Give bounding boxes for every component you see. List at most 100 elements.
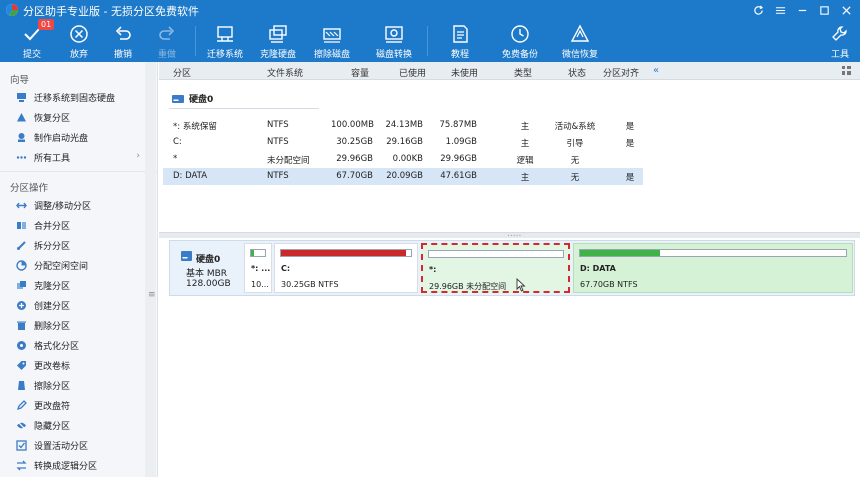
sidebar-item-recover-partition[interactable]: 恢复分区 xyxy=(16,109,146,125)
tools-button[interactable]: 工具 xyxy=(828,20,852,62)
sidebar-item-allocate-free[interactable]: 分配空闲空间 xyxy=(16,257,146,273)
sidebar-item-set-active[interactable]: 设置活动分区 xyxy=(16,437,146,453)
sidebar-item-hide[interactable]: 隐藏分区 xyxy=(16,417,146,433)
cell-alignment: 是 xyxy=(625,122,635,132)
table-row-selected[interactable]: D: DATA NTFS 67.70GB 20.09GB 47.61GB 主 无… xyxy=(163,168,643,185)
column-header-filesystem[interactable]: 文件系统 xyxy=(267,66,303,79)
partition-table: 分区 文件系统 容量 已使用 未使用 类型 状态 分区对齐 « 硬盘0 *: 系… xyxy=(159,62,860,232)
cell-free: 75.87MB xyxy=(439,120,478,130)
column-header-free[interactable]: 未使用 xyxy=(451,66,478,79)
view-toggle-icon[interactable] xyxy=(841,65,852,76)
undo-button[interactable]: 撤销 xyxy=(109,20,137,62)
migrate-os-button[interactable]: 迁移系统 xyxy=(205,20,245,62)
discard-button[interactable]: 放弃 xyxy=(65,20,93,62)
sidebar-item-label: 调整/移动分区 xyxy=(34,201,92,212)
sidebar-item-delete[interactable]: 删除分区 xyxy=(16,317,146,333)
collapse-panel-icon[interactable]: « xyxy=(653,65,659,76)
sidebar-item-migrate-os[interactable]: 迁移系统到固态硬盘 xyxy=(16,89,146,105)
table-row[interactable]: * 未分配空间 29.96GB 0.00KB 29.96GB 逻辑 无 xyxy=(163,151,643,168)
sidebar-item-create[interactable]: 创建分区 xyxy=(16,297,146,313)
cell-type: 主 xyxy=(520,139,530,149)
sidebar-item-label: 设置活动分区 xyxy=(34,441,89,452)
convert-icon xyxy=(16,460,27,471)
recover-icon xyxy=(16,112,27,123)
sidebar-item-label: 擦除分区 xyxy=(34,381,71,392)
sidebar-item-split[interactable]: 拆分分区 xyxy=(16,237,146,253)
convert-disk-label: 磁盘转换 xyxy=(375,50,412,60)
backup-icon xyxy=(508,22,532,46)
sidebar-item-wipe[interactable]: 擦除分区 xyxy=(16,377,146,393)
sidebar-item-merge[interactable]: 合并分区 xyxy=(16,217,146,233)
column-header-used[interactable]: 已使用 xyxy=(399,66,426,79)
cell-filesystem: NTFS xyxy=(267,171,289,181)
wipe-icon xyxy=(16,380,27,391)
wipe-disk-button[interactable]: 擦除磁盘 xyxy=(312,20,352,62)
wechat-recover-button[interactable]: 微信恢复 xyxy=(560,20,600,62)
column-header-status[interactable]: 状态 xyxy=(568,66,586,79)
tutorial-label: 教程 xyxy=(450,50,469,60)
clone-icon xyxy=(16,280,27,291)
sidebar-item-change-label[interactable]: 更改卷标 xyxy=(16,357,146,373)
sidebar-item-convert-logical[interactable]: 转换成逻辑分区 xyxy=(16,457,146,473)
free-backup-button[interactable]: 免费备份 xyxy=(500,20,540,62)
maximize-icon[interactable] xyxy=(816,2,832,18)
sidebar-scrollbar[interactable]: ≡ xyxy=(145,62,156,477)
partition-block-c[interactable]: C: 30.25GB NTFS xyxy=(274,243,418,293)
column-header-alignment[interactable]: 分区对齐 xyxy=(603,66,639,79)
cell-status: 引导 xyxy=(566,139,584,149)
cell-partition: * xyxy=(173,154,178,164)
sidebar-item-all-tools[interactable]: 所有工具 › xyxy=(16,149,146,165)
close-icon[interactable] xyxy=(838,2,854,18)
more-dots-icon xyxy=(16,152,27,163)
partition-block-d-data[interactable]: D: DATA 67.70GB NTFS xyxy=(573,243,853,293)
usage-bar xyxy=(250,249,266,257)
cell-capacity: 100.00MB xyxy=(331,120,374,130)
refresh-icon[interactable] xyxy=(750,2,766,18)
sidebar-item-change-letter[interactable]: 更改盘符 xyxy=(16,397,146,413)
sidebar-item-label: 恢复分区 xyxy=(34,113,71,124)
partition-label: D: DATA xyxy=(580,264,616,273)
cell-partition: D: DATA xyxy=(173,171,208,181)
app-logo-icon xyxy=(5,3,18,17)
disk-group-header[interactable]: 硬盘0 xyxy=(171,92,213,105)
disk-info[interactable]: 硬盘0 基本 MBR 128.00GB xyxy=(170,241,242,295)
tutorial-button[interactable]: 教程 xyxy=(446,20,474,62)
pie-icon xyxy=(16,259,27,271)
submit-button[interactable]: 01 提交 xyxy=(18,19,55,62)
sidebar-item-clone-partition[interactable]: 克隆分区 xyxy=(16,277,146,293)
convert-disk-button[interactable]: 磁盘转换 xyxy=(374,20,414,62)
undo-icon xyxy=(111,22,135,46)
disk-map: 硬盘0 基本 MBR 128.00GB *: ... 10... C: 30.2… xyxy=(169,240,855,296)
usage-bar-fill xyxy=(580,250,660,256)
column-header-capacity[interactable]: 容量 xyxy=(351,66,369,79)
usage-bar xyxy=(579,249,847,257)
tag-icon xyxy=(16,360,27,371)
partition-block-system-reserved[interactable]: *: ... 10... xyxy=(244,243,272,293)
disk-size: 128.00GB xyxy=(186,279,231,289)
minimize-icon[interactable] xyxy=(794,2,810,18)
sidebar-item-label: 更改盘符 xyxy=(34,401,71,412)
table-row[interactable]: C: NTFS 30.25GB 29.16GB 1.09GB 主 引导 是 xyxy=(163,134,643,151)
clone-disk-icon xyxy=(266,22,290,46)
clone-disk-button[interactable]: 克隆硬盘 xyxy=(258,20,298,62)
cell-capacity: 29.96GB xyxy=(336,154,373,164)
redo-button[interactable]: 重做 xyxy=(153,20,181,62)
disk-group-divider xyxy=(169,108,319,109)
sidebar-item-boot-disc[interactable]: 制作启动光盘 xyxy=(16,129,146,145)
sidebar-item-label: 合并分区 xyxy=(34,221,71,232)
merge-icon xyxy=(16,220,27,231)
table-row[interactable]: *: 系统保留 NTFS 100.00MB 24.13MB 75.87MB 主 … xyxy=(163,117,643,134)
cell-status: 无 xyxy=(570,156,580,166)
toolbar: 01 提交 放弃 撤销 重做 迁移系统 克隆硬盘 擦除磁盘 磁盘转换 教程 免费… xyxy=(0,19,860,62)
column-header-type[interactable]: 类型 xyxy=(514,66,532,79)
sidebar-item-format[interactable]: 格式化分区 xyxy=(16,337,146,353)
cell-used: 24.13MB xyxy=(385,120,424,130)
sidebar-item-label: 更改卷标 xyxy=(34,361,71,372)
partition-block-unallocated-selected[interactable]: *: 29.96GB 未分配空间 xyxy=(421,243,570,293)
delete-icon xyxy=(16,320,27,331)
cell-used: 29.16GB xyxy=(386,137,423,147)
tools-icon xyxy=(828,22,852,46)
menu-icon[interactable] xyxy=(772,2,788,18)
sidebar-item-resize-move[interactable]: 调整/移动分区 xyxy=(16,197,146,213)
column-header-partition[interactable]: 分区 xyxy=(173,66,191,79)
